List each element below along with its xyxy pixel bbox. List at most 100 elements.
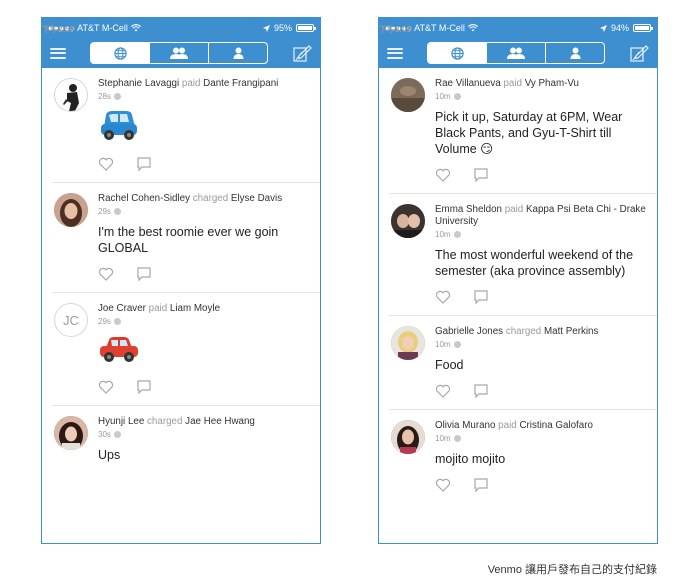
story-feed: Rae Villanueva paid Vy Pham-Vu 10m Pick … [379,68,657,503]
comment-icon[interactable] [136,266,152,282]
comment-icon[interactable] [136,156,152,172]
avatar[interactable] [391,420,425,454]
comment-icon[interactable] [473,477,489,493]
feed-story[interactable]: Stephanie Lavaggi paid Dante Frangipani … [52,68,320,183]
globe-icon [450,46,464,60]
feed-filter-tabs [427,42,605,64]
action-verb: paid [498,420,517,431]
feed-story[interactable]: Emma Sheldon paid Kappa Psi Beta Chi - D… [389,194,657,316]
avatar[interactable] [54,416,88,450]
battery-icon [296,24,316,32]
globe-icon [113,46,127,60]
target-name[interactable]: Matt Perkins [544,326,598,337]
globe-dot-icon [113,318,121,325]
timestamp: 29s [98,317,320,326]
target-name[interactable]: Cristina Galofaro [519,420,593,431]
avatar[interactable] [391,204,425,238]
carrier-label: ●●●●○ AT&T M-Cell [385,23,465,33]
story-headline: Emma Sheldon paid Kappa Psi Beta Chi - D… [435,204,657,228]
target-name[interactable]: Dante Frangipani [203,78,278,89]
heart-icon[interactable] [435,383,451,399]
tab-me[interactable] [208,43,267,63]
avatar[interactable] [391,78,425,112]
feed-story[interactable]: Gabrielle Jones charged Matt Perkins 10m… [389,316,657,410]
heart-icon[interactable] [435,477,451,493]
tab-public[interactable] [428,43,486,63]
avatar[interactable] [391,326,425,360]
navigation-bar [379,38,657,68]
hamburger-menu-icon[interactable] [387,47,403,59]
action-verb: paid [503,78,522,89]
avatar[interactable] [54,78,88,112]
actor-name[interactable]: Gabrielle Jones [435,326,503,337]
comment-icon[interactable] [136,379,152,395]
status-bar: ●●●●○ AT&T M-Cell 下午2:50 95% [42,18,320,38]
pay-request-icon[interactable] [629,43,649,63]
pay-request-icon[interactable] [292,43,312,63]
feed-story[interactable]: Rae Villanueva paid Vy Pham-Vu 10m Pick … [389,68,657,194]
comment-icon[interactable] [473,289,489,305]
phone-screen-left: ●●●●○ AT&T M-Cell 下午2:50 95% Stephanie L… [41,17,321,544]
globe-dot-icon [113,431,121,438]
battery-icon [633,24,653,32]
story-headline: Joe Craver paid Liam Moyle [98,303,320,315]
avatar[interactable]: JC [54,303,88,337]
heart-icon[interactable] [435,167,451,183]
heart-icon[interactable] [98,379,114,395]
comment-icon[interactable] [473,167,489,183]
heart-icon[interactable] [98,266,114,282]
comment-icon[interactable] [473,383,489,399]
story-actions [98,156,320,172]
timestamp: 28s [98,92,320,101]
avatar[interactable] [54,193,88,227]
actor-name[interactable]: Emma Sheldon [435,204,502,215]
actor-name[interactable]: Joe Craver [98,303,146,314]
target-name[interactable]: Jae Hee Hwang [185,416,255,427]
friends-icon [507,47,525,59]
time-label: 10m [435,340,451,349]
person-icon [570,47,580,59]
tab-public[interactable] [91,43,149,63]
actor-name[interactable]: Rachel Cohen-Sidley [98,193,190,204]
heart-icon[interactable] [435,289,451,305]
story-feed: Stephanie Lavaggi paid Dante Frangipani … [42,68,320,473]
timestamp: 10m [435,340,657,349]
story-actions [435,167,657,183]
battery-percent: 95% [273,23,292,33]
timestamp: 29s [98,207,320,216]
tab-friends[interactable] [149,43,208,63]
carrier-label: ●●●●○ AT&T M-Cell [48,23,128,33]
location-icon [599,24,607,32]
feed-story[interactable]: Olivia Murano paid Cristina Galofaro 10m… [389,410,657,503]
feed-story[interactable]: JC Joe Craver paid Liam Moyle 29s [52,293,320,406]
actor-name[interactable]: Olivia Murano [435,420,495,431]
time-label: 29s [98,317,111,326]
action-verb: charged [192,193,229,204]
feed-story[interactable]: Rachel Cohen-Sidley charged Elyse Davis … [52,183,320,293]
tab-friends[interactable] [486,43,545,63]
time-label: 10m [435,434,451,443]
actor-name[interactable]: Hyunji Lee [98,416,144,427]
globe-dot-icon [113,208,121,215]
story-headline: Rachel Cohen-Sidley charged Elyse Davis [98,193,320,205]
actor-name[interactable]: Stephanie Lavaggi [98,78,179,89]
actor-name[interactable]: Rae Villanueva [435,78,501,89]
target-name[interactable]: Liam Moyle [170,303,220,314]
friends-icon [170,47,188,59]
time-label: 30s [98,430,111,439]
story-headline: Olivia Murano paid Cristina Galofaro [435,420,657,432]
feed-story[interactable]: Hyunji Lee charged Jae Hee Hwang 30s Ups [52,406,320,473]
person-icon [233,47,243,59]
tab-me[interactable] [545,43,604,63]
target-name[interactable]: Vy Pham-Vu [525,78,579,89]
heart-icon[interactable] [98,156,114,172]
phone-screen-right: ●●●●○ AT&T M-Cell 下午3:01 94% Rae Villanu… [378,17,658,544]
target-name[interactable]: Elyse Davis [231,193,282,204]
timestamp: 10m [435,92,657,101]
navigation-bar [42,38,320,68]
hamburger-menu-icon[interactable] [50,47,66,59]
feed-filter-tabs [90,42,268,64]
action-verb: paid [148,303,168,314]
globe-dot-icon [113,93,121,100]
action-verb: paid [504,204,524,215]
